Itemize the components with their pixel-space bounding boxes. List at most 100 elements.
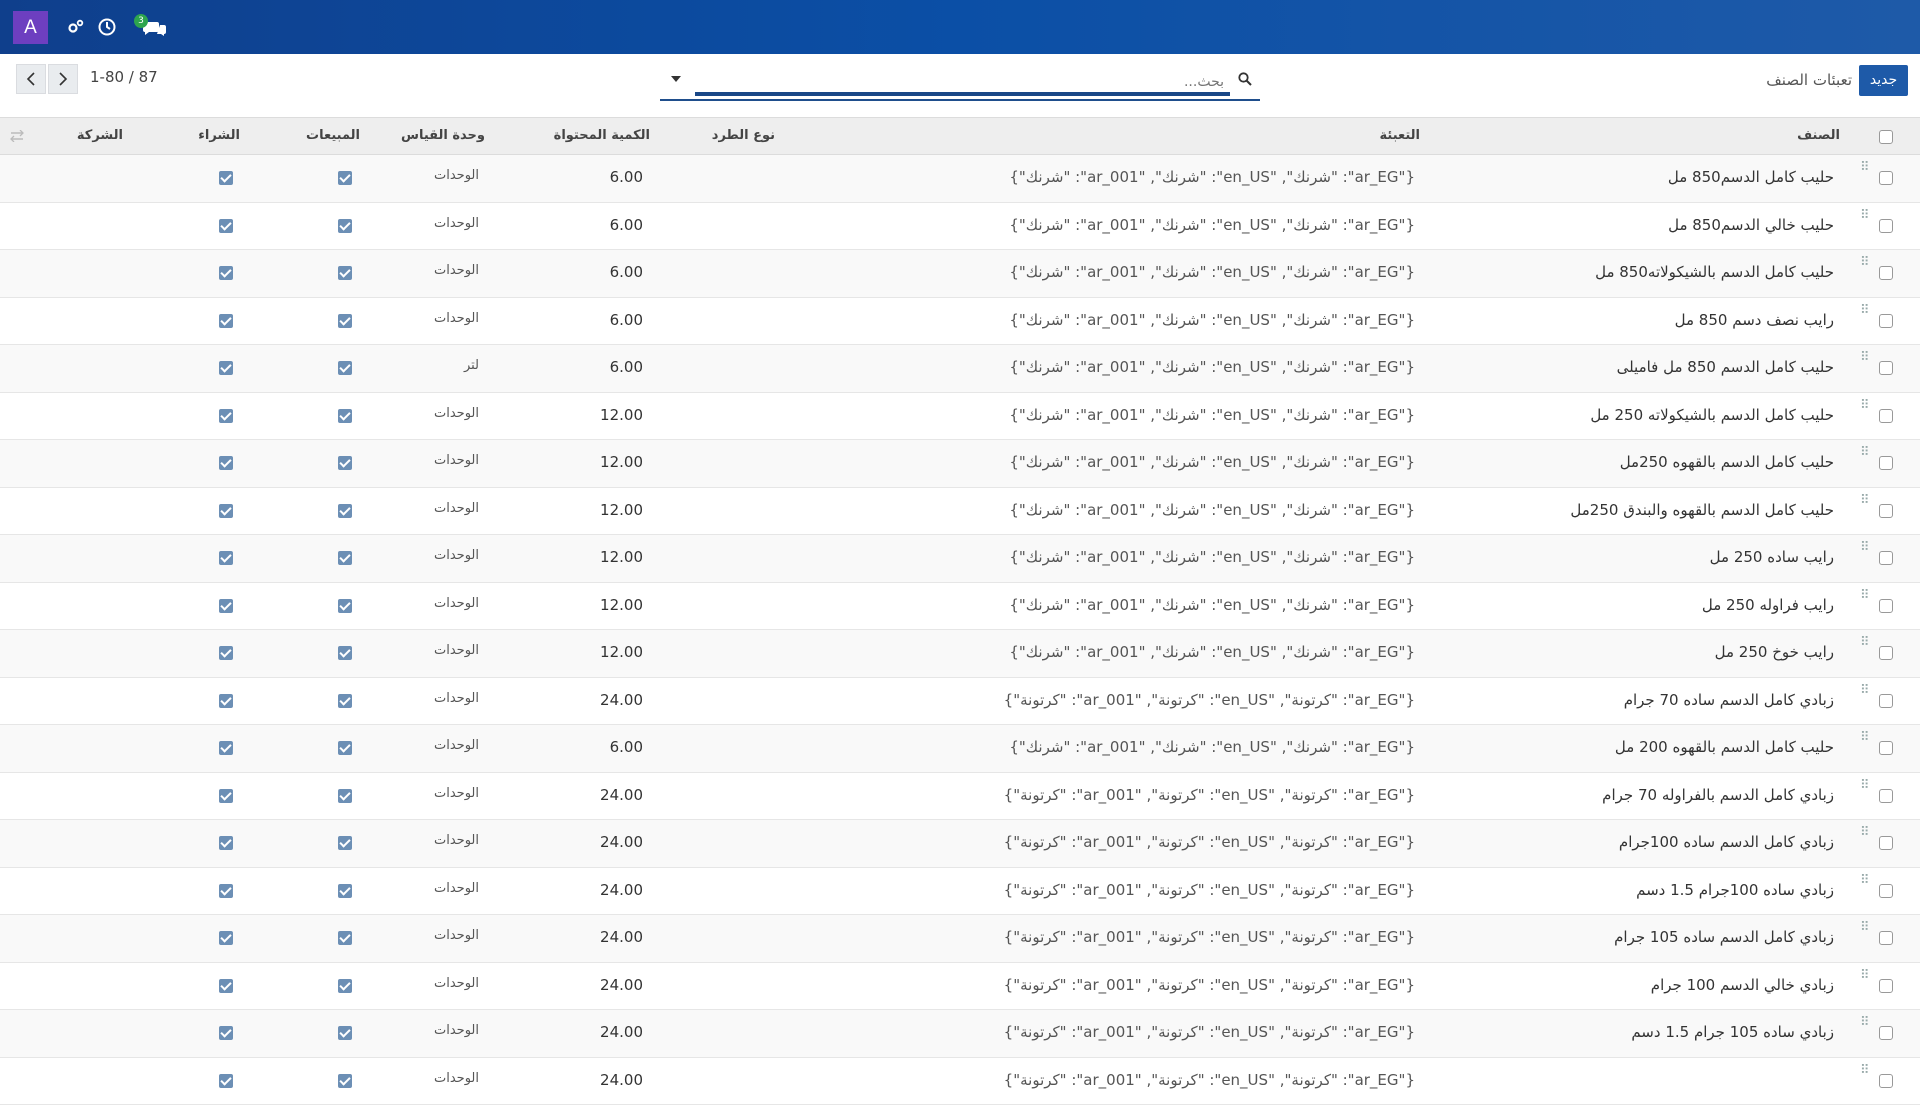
cell-qty[interactable]: 12.00 <box>600 643 643 661</box>
cell-packaging[interactable]: {"ar_EG": "كرتونة", "en_US": "كرتونة", "… <box>1004 1023 1415 1041</box>
cell-packaging[interactable]: {"ar_EG": "شرنك", "en_US": "شرنك", "ar_0… <box>1009 596 1415 614</box>
cell-product[interactable]: زبادي ساده 105 جرام 1.5 دسم <box>1631 1023 1834 1041</box>
search-icon[interactable] <box>1238 72 1252 86</box>
sales-checkbox[interactable] <box>338 1026 352 1040</box>
row-checkbox[interactable] <box>1879 694 1893 708</box>
cell-uom[interactable]: الوحدات <box>434 453 479 468</box>
cell-uom[interactable]: الوحدات <box>434 216 479 231</box>
cell-product[interactable]: حليب كامل الدسم بالقهوه والبندق 250مل <box>1570 501 1834 519</box>
cell-packaging[interactable]: {"ar_EG": "كرتونة", "en_US": "كرتونة", "… <box>1004 928 1415 946</box>
header-sales[interactable]: المبيعات <box>306 128 360 143</box>
cell-qty[interactable]: 12.00 <box>600 596 643 614</box>
purchase-checkbox[interactable] <box>219 836 233 850</box>
cell-packaging[interactable]: {"ar_EG": "كرتونة", "en_US": "كرتونة", "… <box>1004 786 1415 804</box>
purchase-checkbox[interactable] <box>219 219 233 233</box>
cell-qty[interactable]: 6.00 <box>610 168 643 186</box>
table-row[interactable]: ⠿ زبادي كامل الدسم ساده 100جرام {"ar_EG": … <box>0 820 1920 868</box>
row-checkbox[interactable] <box>1879 599 1893 613</box>
cell-product[interactable]: حليب كامل الدسم بالشيكولاته 250 مل <box>1590 406 1834 424</box>
cell-uom[interactable]: الوحدات <box>434 548 479 563</box>
header-purchase[interactable]: الشراء <box>198 128 240 143</box>
cell-uom[interactable]: الوحدات <box>434 406 479 421</box>
row-checkbox[interactable] <box>1879 789 1893 803</box>
header-qty[interactable]: الكمية المحتواة <box>554 128 650 143</box>
drag-handle-icon[interactable]: ⠿ <box>1860 783 1870 799</box>
sales-checkbox[interactable] <box>338 646 352 660</box>
purchase-checkbox[interactable] <box>219 1026 233 1040</box>
cell-uom[interactable]: الوحدات <box>434 501 479 516</box>
header-package-type[interactable]: نوع الطرد <box>712 128 775 143</box>
cell-qty[interactable]: 12.00 <box>600 406 643 424</box>
row-checkbox[interactable] <box>1879 171 1893 185</box>
cell-qty[interactable]: 6.00 <box>610 216 643 234</box>
cell-packaging[interactable]: {"ar_EG": "كرتونة", "en_US": "كرتونة", "… <box>1004 881 1415 899</box>
sales-checkbox[interactable] <box>338 409 352 423</box>
row-checkbox[interactable] <box>1879 931 1893 945</box>
cell-uom[interactable]: الوحدات <box>434 738 479 753</box>
cell-packaging[interactable]: {"ar_EG": "شرنك", "en_US": "شرنك", "ar_0… <box>1009 311 1415 329</box>
row-checkbox[interactable] <box>1879 361 1893 375</box>
cell-packaging[interactable]: {"ar_EG": "شرنك", "en_US": "شرنك", "ar_0… <box>1009 263 1415 281</box>
cell-packaging[interactable]: {"ar_EG": "شرنك", "en_US": "شرنك", "ar_0… <box>1009 738 1415 756</box>
purchase-checkbox[interactable] <box>219 599 233 613</box>
sales-checkbox[interactable] <box>338 694 352 708</box>
cell-packaging[interactable]: {"ar_EG": "شرنك", "en_US": "شرنك", "ar_0… <box>1009 216 1415 234</box>
row-checkbox[interactable] <box>1879 1026 1893 1040</box>
sales-checkbox[interactable] <box>338 314 352 328</box>
purchase-checkbox[interactable] <box>219 504 233 518</box>
clock-icon[interactable] <box>97 17 117 37</box>
table-row[interactable]: ⠿حليب كامل الدسم بالقهوه والبندق 250مل{"… <box>0 488 1920 536</box>
cell-product[interactable]: حليب كامل الدسم بالقهوه 250مل <box>1620 453 1834 471</box>
row-checkbox[interactable] <box>1879 1074 1893 1088</box>
cell-uom[interactable]: الوحدات <box>434 928 479 943</box>
cell-packaging[interactable]: {"ar_EG": "شرنك", "en_US": "شرنك", "ar_0… <box>1009 168 1415 186</box>
cell-packaging[interactable]: {"ar_EG": "شرنك", "en_US": "شرنك", "ar_0… <box>1009 406 1415 424</box>
cell-packaging[interactable]: {"ar_EG": "شرنك", "en_US": "شرنك", "ar_0… <box>1009 358 1415 376</box>
cell-qty[interactable]: 12.00 <box>600 501 643 519</box>
table-row[interactable]: ⠿رايب نصف دسم 850 مل{"ar_EG": "شرنك", "e… <box>0 298 1920 346</box>
drag-handle-icon[interactable]: ⠿ <box>1860 1020 1870 1036</box>
cell-qty[interactable]: 6.00 <box>610 311 643 329</box>
cell-product[interactable]: زبادي كامل الدسم ساده 105 جرام <box>1614 928 1834 946</box>
row-checkbox[interactable] <box>1879 266 1893 280</box>
sales-checkbox[interactable] <box>338 266 352 280</box>
drag-handle-icon[interactable]: ⠿ <box>1860 213 1870 229</box>
cell-product[interactable]: حليب كامل الدسم850 مل <box>1668 168 1834 186</box>
row-checkbox[interactable] <box>1879 219 1893 233</box>
pager-next-button[interactable] <box>48 64 78 94</box>
purchase-checkbox[interactable] <box>219 1074 233 1088</box>
drag-handle-icon[interactable]: ⠿ <box>1860 925 1870 941</box>
sales-checkbox[interactable] <box>338 219 352 233</box>
cell-product[interactable]: زبادي ساده 100جرام 1.5 دسم <box>1636 881 1834 899</box>
settings-icon[interactable] <box>66 17 86 37</box>
new-button[interactable]: جديد <box>1859 65 1908 96</box>
drag-handle-icon[interactable]: ⠿ <box>1860 688 1870 704</box>
cell-product[interactable]: رايب فراوله 250 مل <box>1702 596 1834 614</box>
cell-product[interactable]: رايب خوخ 250 مل <box>1715 643 1834 661</box>
drag-handle-icon[interactable]: ⠿ <box>1860 735 1870 751</box>
sales-checkbox[interactable] <box>338 931 352 945</box>
cell-packaging[interactable]: {"ar_EG": "كرتونة", "en_US": "كرتونة", "… <box>1004 833 1415 851</box>
purchase-checkbox[interactable] <box>219 979 233 993</box>
table-row[interactable]: ⠿{"ar_EG": "كرتونة", "en_US": "كرتونة", … <box>0 1058 1920 1105</box>
purchase-checkbox[interactable] <box>219 551 233 565</box>
table-row[interactable]: ⠿حليب خالي الدسم850 مل{"ar_EG": "شرنك", … <box>0 203 1920 251</box>
sales-checkbox[interactable] <box>338 789 352 803</box>
table-row[interactable]: ⠿حليب كامل الدسم 850 مل فاميلى{"ar_EG": … <box>0 345 1920 393</box>
drag-handle-icon[interactable]: ⠿ <box>1860 450 1870 466</box>
cell-uom[interactable]: الوحدات <box>434 1071 479 1086</box>
table-row[interactable]: ⠿حليب كامل الدسم بالقهوه 250مل{"ar_EG": … <box>0 440 1920 488</box>
cell-qty[interactable]: 6.00 <box>610 263 643 281</box>
table-row[interactable]: ⠿زبادي ساده 100جرام 1.5 دسم{"ar_EG": "كر… <box>0 868 1920 916</box>
cell-qty[interactable]: 12.00 <box>600 548 643 566</box>
cell-product[interactable]: زبادي كامل الدسم ساده 100جرام <box>1619 833 1834 851</box>
drag-handle-icon[interactable]: ⠿ <box>1860 830 1870 846</box>
drag-handle-icon[interactable]: ⠿ <box>1860 308 1870 324</box>
table-row[interactable]: ⠿حليب كامل الدسم بالشيكولاته 250 مل{"ar_… <box>0 393 1920 441</box>
row-checkbox[interactable] <box>1879 741 1893 755</box>
cell-product[interactable]: زبادي كامل الدسم بالفراوله 70 جرام <box>1602 786 1834 804</box>
purchase-checkbox[interactable] <box>219 409 233 423</box>
cell-uom[interactable]: الوحدات <box>434 596 479 611</box>
cell-uom[interactable]: الوحدات <box>434 263 479 278</box>
row-checkbox[interactable] <box>1879 646 1893 660</box>
